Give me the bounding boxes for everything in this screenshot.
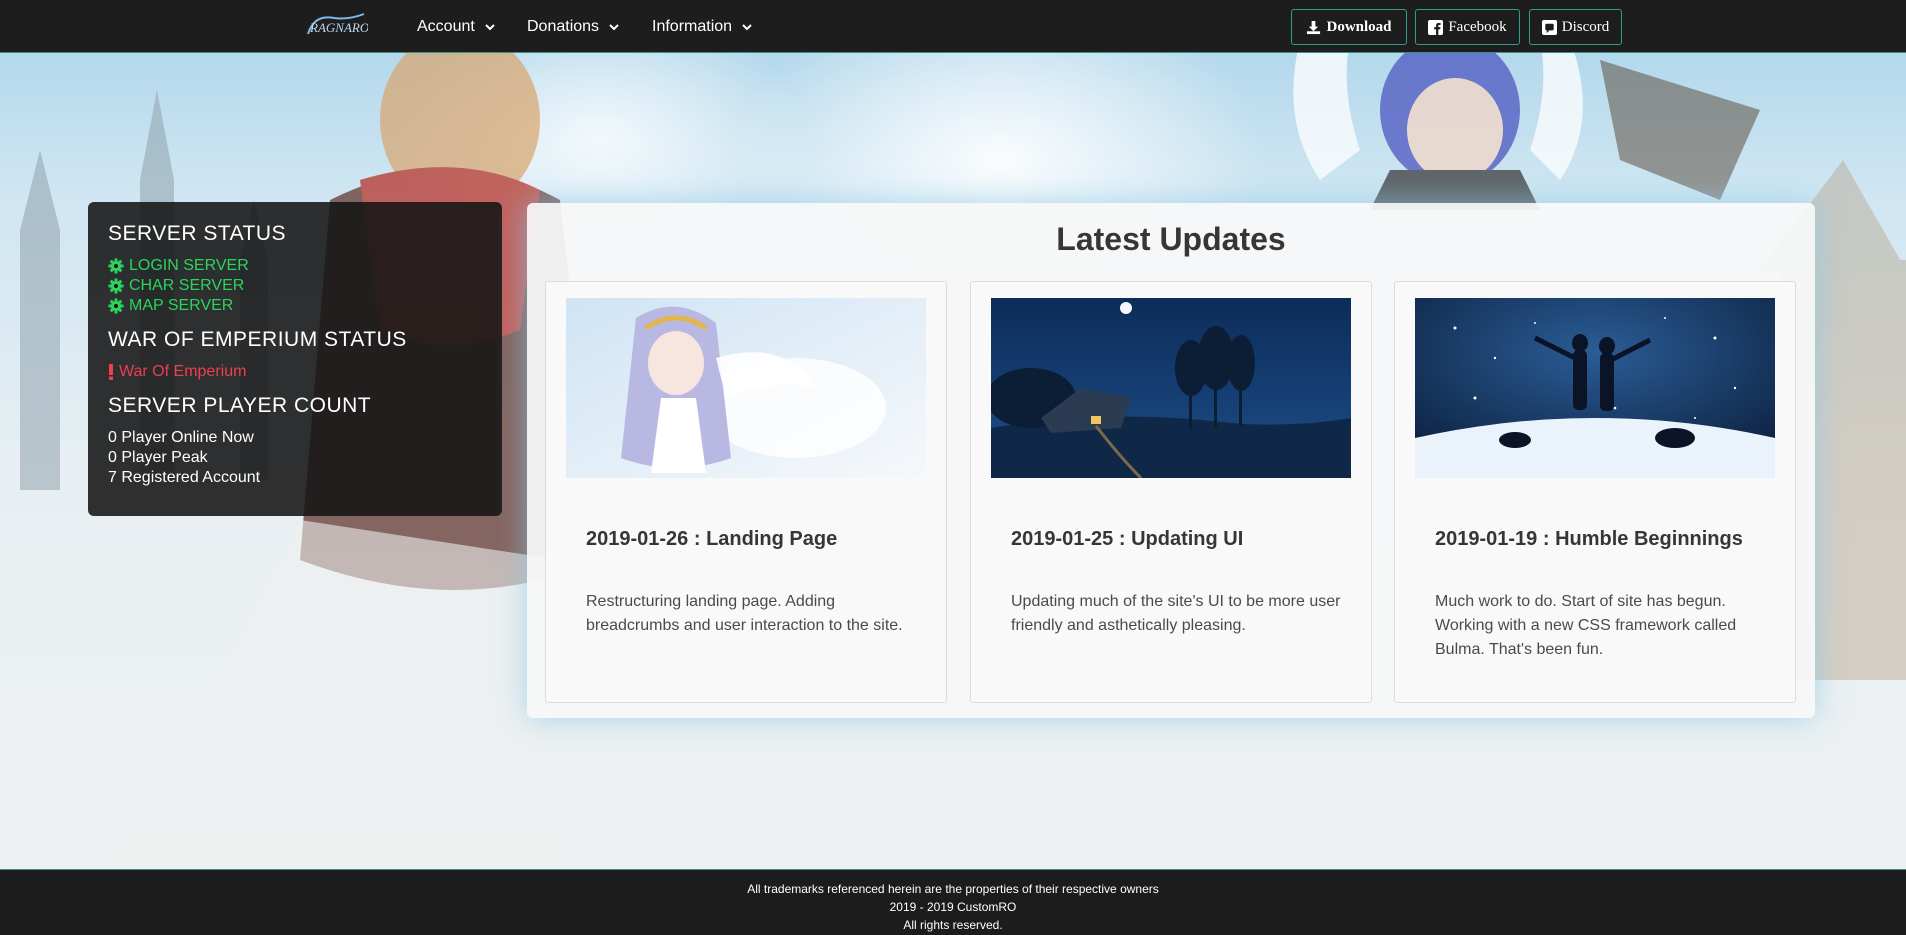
server-status-heading: SERVER STATUS: [108, 222, 287, 245]
chevron-down-icon: [485, 24, 495, 31]
download-label: Download: [1326, 18, 1392, 35]
download-icon: [1307, 20, 1321, 34]
cog-icon: [108, 278, 124, 294]
discord-label: Discord: [1561, 18, 1610, 35]
svg-text:RAGNAROK: RAGNAROK: [309, 20, 368, 35]
update-card-title: 2019-01-19 : Humble Beginnings: [1435, 528, 1743, 550]
update-card-body: Much work to do. Start of site has begun…: [1435, 593, 1737, 658]
login-server-label: LOGIN SERVER: [129, 257, 249, 274]
woe-status: War Of Emperium: [108, 362, 482, 382]
latest-updates-panel: Latest Updates 2019-01-26 : Landing Page…: [527, 203, 1815, 718]
update-card[interactable]: 2019-01-19 : Humble Beginnings Much work…: [1394, 281, 1796, 703]
nav-information[interactable]: Information: [652, 16, 754, 38]
top-navbar: RAGNAROK Account Donations Information D…: [0, 0, 1906, 53]
exclamation-icon: [109, 364, 113, 380]
cog-icon: [108, 258, 124, 274]
ragnarok-logo[interactable]: RAGNAROK: [304, 10, 379, 40]
server-status-panel: SERVER STATUS LOGIN SERVER CHAR SERVER M…: [88, 202, 502, 516]
footer-copyright-text: 2019 - 2019 CustomRO: [889, 900, 1017, 914]
update-image-night-cabin: [991, 298, 1351, 478]
update-card-title: 2019-01-26 : Landing Page: [586, 528, 838, 550]
footer-trademark-text: All trademarks referenced herein are the…: [747, 882, 1159, 896]
update-image-angel: [566, 298, 926, 478]
update-card[interactable]: 2019-01-26 : Landing Page Restructuring …: [545, 281, 947, 703]
woe-status-heading: WAR OF EMPERIUM STATUS: [108, 328, 407, 351]
update-image-starry-couple: [1415, 298, 1775, 478]
discord-button[interactable]: Discord: [1529, 9, 1622, 45]
nav-donations-label: Donations: [527, 18, 600, 35]
char-server-label: CHAR SERVER: [129, 277, 245, 294]
chevron-down-icon: [742, 24, 752, 31]
latest-updates-title: Latest Updates: [1056, 221, 1286, 257]
registered-accounts: 7 Registered Account: [108, 469, 261, 486]
player-count-heading: SERVER PLAYER COUNT: [108, 394, 372, 417]
update-card[interactable]: 2019-01-25 : Updating UI Updating much o…: [970, 281, 1372, 703]
footer-rights-text: All rights reserved.: [903, 918, 1003, 932]
nav-account[interactable]: Account: [417, 16, 497, 38]
facebook-icon: [1428, 19, 1444, 35]
char-server-status: CHAR SERVER: [108, 276, 482, 296]
nav-donations[interactable]: Donations: [527, 16, 621, 38]
update-card-body: Updating much of the site's UI to be mor…: [1011, 593, 1341, 634]
map-server-status: MAP SERVER: [108, 296, 482, 316]
discord-icon: [1541, 19, 1557, 35]
facebook-label: Facebook: [1448, 18, 1507, 35]
facebook-button[interactable]: Facebook: [1415, 9, 1520, 45]
nav-information-label: Information: [652, 18, 733, 35]
footer: All trademarks referenced herein are the…: [0, 869, 1906, 935]
cog-icon: [108, 298, 124, 314]
chevron-down-icon: [609, 24, 619, 31]
update-card-body: Restructuring landing page. Adding bread…: [586, 593, 903, 634]
map-server-label: MAP SERVER: [129, 297, 234, 314]
players-online: 0 Player Online Now: [108, 429, 254, 446]
download-button[interactable]: Download: [1291, 9, 1407, 45]
login-server-status: LOGIN SERVER: [108, 256, 482, 276]
update-card-title: 2019-01-25 : Updating UI: [1011, 528, 1244, 550]
player-peak: 0 Player Peak: [108, 449, 208, 466]
nav-account-label: Account: [417, 18, 475, 35]
woe-label: War Of Emperium: [119, 363, 247, 380]
